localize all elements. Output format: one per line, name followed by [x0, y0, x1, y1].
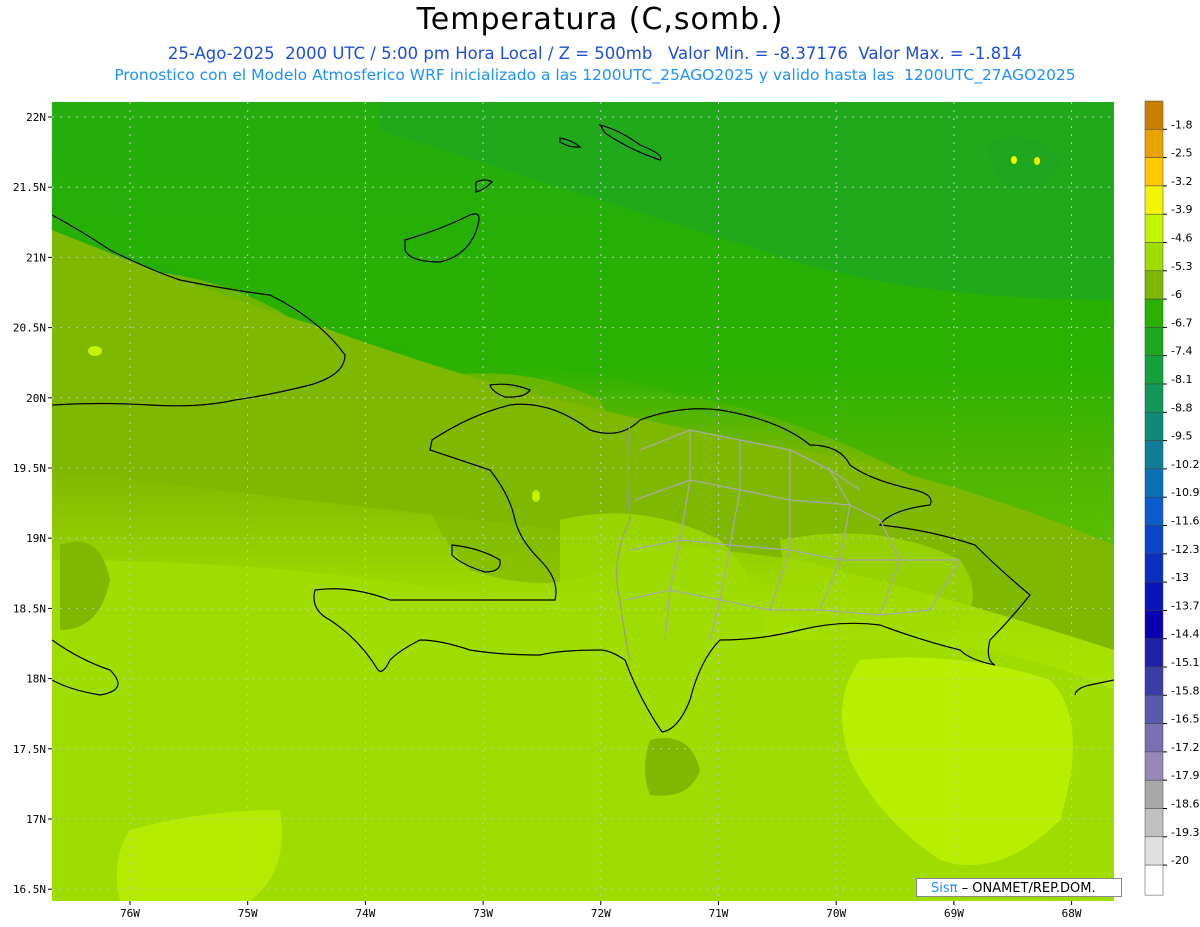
lat-label: 21.5N [13, 181, 46, 194]
colorbar-swatch [1144, 525, 1164, 555]
colorbar-label: -7.4 [1171, 345, 1192, 358]
lon-label: 73W [473, 907, 493, 920]
lon-label: 75W [238, 907, 258, 920]
colorbar-label: -20 [1171, 854, 1189, 867]
colorbar-label: -6.7 [1171, 316, 1192, 329]
colorbar-swatch-min [1144, 864, 1164, 896]
longitude-labels: 76W 75W 74W 73W 72W 71W 70W 69W 68W [120, 901, 1082, 920]
lon-label: 74W [355, 907, 375, 920]
colorbar-swatch [1144, 298, 1164, 328]
colorbar-swatch [1144, 695, 1164, 724]
lat-label: 22N [26, 111, 46, 124]
colorbar-swatch [1144, 213, 1164, 243]
lat-label: 18.5N [13, 602, 46, 615]
colorbar-swatch [1144, 185, 1164, 215]
colorbar-label: -10.9 [1171, 486, 1199, 499]
lat-label: 20.5N [13, 322, 46, 335]
colorbar-swatch [1144, 383, 1164, 413]
lat-label: 17N [26, 813, 46, 826]
colorbar-label: -13.7 [1171, 599, 1199, 612]
lon-label: 76W [120, 907, 140, 920]
colorbar-swatch [1144, 270, 1164, 300]
colorbar-label: -8.1 [1171, 373, 1192, 386]
lon-label: 68W [1062, 907, 1082, 920]
colorbar-label: -15.8 [1171, 684, 1199, 697]
colorbar-swatch [1144, 129, 1164, 158]
lon-label: 71W [709, 907, 729, 920]
colorbar-label: -5.3 [1171, 260, 1192, 273]
colorbar-label: -6 [1171, 288, 1182, 301]
field-warm-spot-1 [1011, 156, 1017, 164]
lat-label: 21N [26, 251, 46, 264]
colorbar-label: -4.6 [1171, 232, 1192, 245]
colorbar: -1.8 -2.5 -3.2 -3.9 -4.6 -5.3 -6 -6.7 -7.4 -8.1 -8… [1144, 100, 1199, 896]
colorbar-swatch [1144, 638, 1164, 668]
lat-label: 19N [26, 532, 46, 545]
colorbar-swatch [1144, 468, 1164, 498]
colorbar-swatch [1144, 355, 1164, 385]
colorbar-label: -17.2 [1171, 741, 1199, 754]
colorbar-swatch [1144, 242, 1164, 272]
colorbar-label: -15.1 [1171, 656, 1199, 669]
colorbar-label: -17.9 [1171, 769, 1199, 782]
colorbar-swatch [1144, 440, 1164, 470]
temperature-field [52, 102, 1114, 901]
latitude-labels: 22N 21.5N 21N 20.5N 20N 19.5N 19N 18.5N 18N 17.5N… [13, 111, 52, 896]
colorbar-swatch [1144, 779, 1164, 809]
colorbar-label: -3.9 [1171, 203, 1192, 216]
colorbar-swatch [1144, 412, 1164, 441]
colorbar-label: -2.5 [1171, 147, 1192, 160]
field-warm-spot-3 [88, 346, 102, 356]
colorbar-label: -16.5 [1171, 713, 1199, 726]
colorbar-label: -14.4 [1171, 628, 1199, 641]
colorbar-label: -1.8 [1171, 118, 1192, 131]
credit-text: – ONAMET/REP.DOM. [957, 881, 1096, 896]
colorbar-swatch [1144, 723, 1164, 753]
credit-box: Sisπ – ONAMET/REP.DOM. [916, 878, 1122, 897]
colorbar-swatch [1144, 157, 1164, 187]
colorbar-label: -13 [1171, 571, 1189, 584]
lon-label: 70W [826, 907, 846, 920]
sis-logo-text: Sisπ [931, 881, 958, 896]
field-warm-spot-4 [532, 490, 540, 502]
colorbar-label: -3.2 [1171, 175, 1192, 188]
colorbar-swatch [1144, 836, 1164, 866]
colorbar-swatch [1144, 808, 1164, 838]
colorbar-swatch [1144, 610, 1164, 639]
colorbar-label: -19.3 [1171, 826, 1199, 839]
lat-label: 19.5N [13, 462, 46, 475]
colorbar-label: -10.2 [1171, 458, 1199, 471]
colorbar-swatch [1144, 666, 1164, 696]
colorbar-swatch [1144, 553, 1164, 583]
colorbar-swatch [1144, 496, 1164, 526]
colorbar-label: -9.5 [1171, 430, 1192, 443]
colorbar-label: -12.3 [1171, 543, 1199, 556]
lat-label: 20N [26, 392, 46, 405]
colorbar-label: -18.6 [1171, 798, 1199, 811]
colorbar-swatch [1144, 327, 1164, 356]
colorbar-swatch [1144, 751, 1164, 781]
lon-label: 72W [591, 907, 611, 920]
colorbar-label: -8.8 [1171, 401, 1192, 414]
lon-label: 69W [944, 907, 964, 920]
temperature-map: 22N 21.5N 21N 20.5N 20N 19.5N 19N 18.5N 18N 17.5N… [13, 100, 1199, 920]
colorbar-swatch [1144, 100, 1164, 130]
lat-label: 16.5N [13, 883, 46, 896]
field-warm-spot-2 [1034, 157, 1040, 165]
lat-label: 18N [26, 673, 46, 686]
colorbar-label: -11.6 [1171, 515, 1199, 528]
colorbar-swatch [1144, 581, 1164, 611]
lat-label: 17.5N [13, 743, 46, 756]
